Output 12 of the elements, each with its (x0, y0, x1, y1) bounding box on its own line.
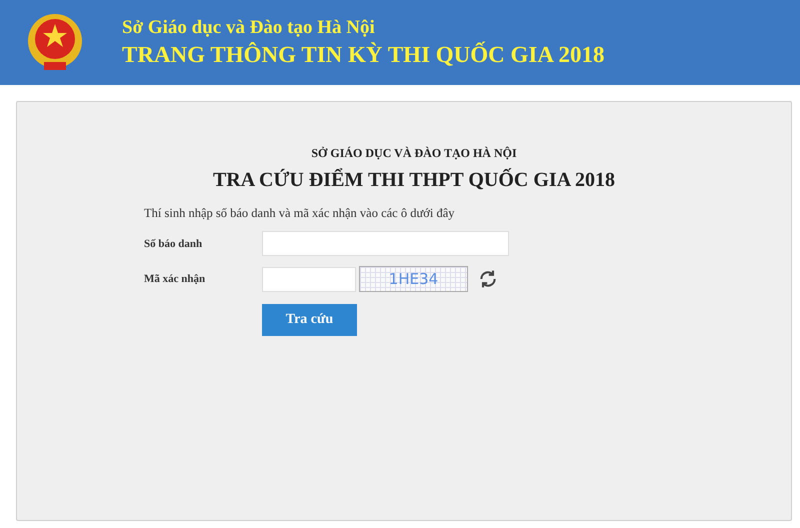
input-field[interactable] (262, 266, 356, 292)
header-title: TRANG THÔNG TIN KỲ THI QUỐC GIA 2018 (122, 40, 604, 68)
organization-name: SỞ GIÁO DỤC VÀ ĐÀO TẠO HÀ NỘI (310, 146, 518, 161)
instruction-text: Thí sinh nhập số báo danh và mã xác nhận vào các ô dưới đây (144, 206, 456, 221)
field-label: Số báo danh (144, 238, 204, 250)
refresh-icon[interactable] (478, 269, 498, 289)
header-subtitle: Sở Giáo dục và Đào tạo Hà Nội (122, 16, 376, 40)
form-title: TRA CỨU ĐIỂM THI THPT QUỐC GIA 2018 (212, 169, 616, 192)
search-button[interactable]: Tra cứu (262, 304, 357, 336)
captcha-image: 1HE34 (359, 266, 468, 292)
field-label: Mã xác nhận (144, 273, 206, 285)
input-field[interactable] (262, 231, 509, 256)
